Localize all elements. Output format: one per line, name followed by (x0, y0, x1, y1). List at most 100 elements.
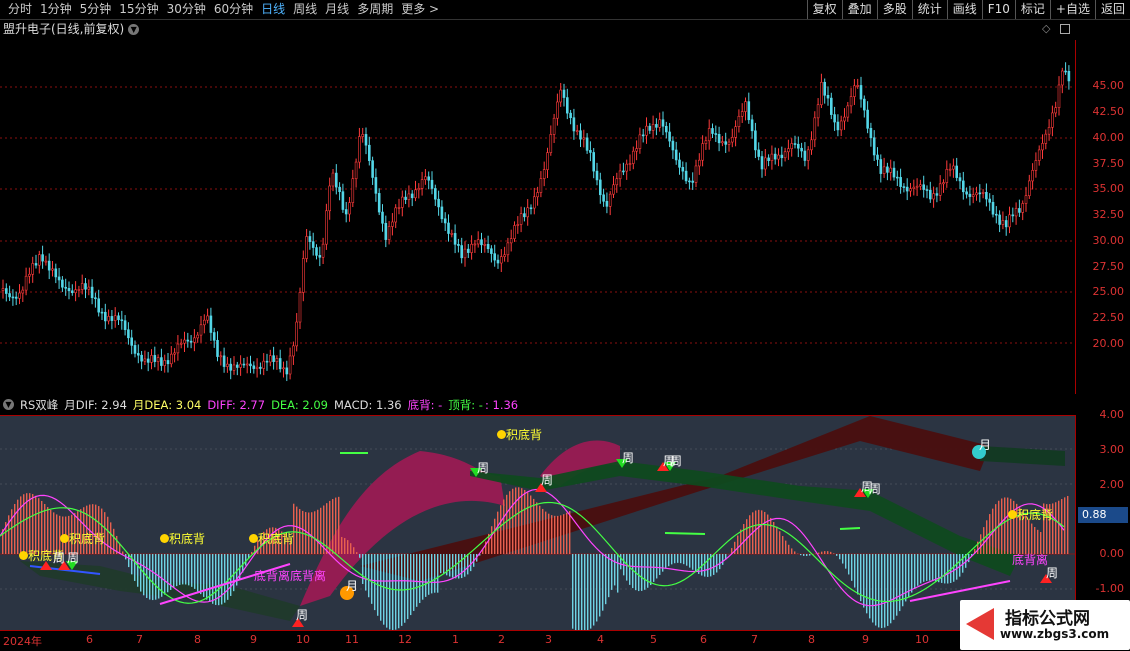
period-tab-monthly[interactable]: 月线 (321, 1, 353, 18)
candle-body (240, 364, 242, 367)
candle-body (982, 192, 984, 193)
period-tab-30min[interactable]: 30分钟 (163, 1, 210, 18)
macd-bar (686, 554, 687, 566)
macd-bar (890, 554, 891, 623)
macd-bar (209, 554, 210, 602)
macd-bar (806, 554, 807, 556)
macd-bar (692, 554, 693, 570)
candle-body (19, 293, 21, 298)
candle-body (659, 120, 661, 128)
restore-rights-button[interactable]: 复权 (807, 0, 842, 19)
candle-body (118, 316, 120, 320)
candle-body (586, 138, 588, 150)
macd-bar (620, 554, 621, 569)
candle-body (1018, 208, 1020, 212)
candle-body (533, 197, 535, 208)
signal-week: 周 (869, 480, 881, 497)
macd-bar (875, 554, 876, 626)
macd-bar (185, 554, 186, 585)
candle-body (840, 121, 842, 130)
candle-body (352, 179, 354, 203)
candle-body (500, 257, 502, 263)
candle-body (2, 289, 4, 291)
chevron-down-icon[interactable]: ▼ (128, 24, 139, 35)
macd-bar (956, 554, 957, 580)
chevron-down-icon[interactable]: ▼ (3, 399, 14, 410)
price-chart-panel[interactable] (0, 40, 1076, 394)
candle-body (778, 155, 780, 159)
statistics-button[interactable]: 统计 (912, 0, 947, 19)
candle-body (306, 236, 308, 258)
macd-bar (368, 554, 369, 597)
macd-bar (833, 553, 834, 554)
time-tick: 5 (650, 633, 657, 646)
macd-bar (107, 517, 108, 554)
period-tab-weekly[interactable]: 周线 (289, 1, 321, 18)
macd-bar (1064, 497, 1065, 554)
period-tab-multi[interactable]: 多周期 (353, 1, 397, 18)
diamond-icon[interactable]: ◇ (1042, 22, 1050, 35)
top-divergence-line (840, 528, 860, 529)
period-tab-timeshare[interactable]: 分时 (4, 1, 36, 18)
macd-bar (545, 512, 546, 554)
candle-body (801, 148, 803, 151)
candle-body (731, 137, 733, 142)
macd-bar (722, 554, 723, 565)
candle-body (926, 190, 928, 191)
candle-body (362, 134, 364, 136)
macd-bar (509, 491, 510, 554)
candle-body (682, 167, 684, 171)
macd-bar (707, 554, 708, 577)
candle-body (415, 190, 417, 198)
mark-button[interactable]: 标记 (1015, 0, 1050, 19)
indicator-value-extra: : 1.36 (485, 397, 518, 413)
period-tab-daily[interactable]: 日线 (257, 1, 289, 18)
macd-bar (656, 554, 657, 578)
candle-body (474, 244, 476, 245)
period-tab-5min[interactable]: 5分钟 (76, 1, 116, 18)
overlay-button[interactable]: 叠加 (842, 0, 877, 19)
candle-body (233, 365, 235, 370)
period-tab-1min[interactable]: 1分钟 (36, 1, 76, 18)
candle-body (946, 169, 948, 182)
multi-stock-button[interactable]: 多股 (877, 0, 912, 19)
macd-bar (20, 496, 21, 554)
period-tab-15min[interactable]: 15分钟 (115, 1, 162, 18)
candle-body (68, 288, 70, 290)
macd-bar (542, 509, 543, 554)
price-tick: 40.00 (1093, 132, 1125, 144)
macd-bar (134, 554, 135, 581)
candle-body (966, 192, 968, 194)
candle-body (309, 236, 311, 241)
stock-title-bar: 盟升电子(日线,前复权) ▼ (3, 21, 139, 37)
time-tick: 6 (700, 633, 707, 646)
panel-toggle-icon[interactable] (1060, 24, 1070, 34)
candle-body (906, 187, 908, 191)
add-favorite-button[interactable]: +自选 (1050, 0, 1095, 19)
candle-body (672, 141, 674, 150)
candle-body (497, 260, 499, 263)
signal-dot-icon (160, 534, 169, 543)
candle-body (883, 167, 885, 174)
indicator-panel[interactable]: 积底背 积底背 积底背 积底背 积底背 积底背 周 周 周 周 周 周 周 周 … (0, 415, 1076, 631)
macd-bar (653, 554, 654, 582)
draw-line-button[interactable]: 画线 (947, 0, 982, 19)
period-tab-more[interactable]: 更多 > (397, 1, 443, 18)
back-button[interactable]: 返回 (1095, 0, 1130, 19)
f10-button[interactable]: F10 (982, 0, 1015, 19)
candle-body (35, 263, 37, 265)
candle-body (385, 223, 387, 239)
candle-body (124, 321, 126, 330)
candle-body (811, 140, 813, 150)
watermark-url: www.zbgs3.com (1000, 627, 1109, 641)
candle-body (269, 356, 271, 362)
candle-body (494, 254, 496, 260)
signal-label: 积底背 (69, 532, 105, 546)
candle-body (794, 144, 796, 145)
macd-bar (659, 554, 660, 575)
period-tab-60min[interactable]: 60分钟 (210, 1, 257, 18)
candle-body (104, 312, 106, 321)
macd-bar (737, 536, 738, 554)
macd-bar (926, 554, 927, 581)
macd-bar (530, 496, 531, 554)
